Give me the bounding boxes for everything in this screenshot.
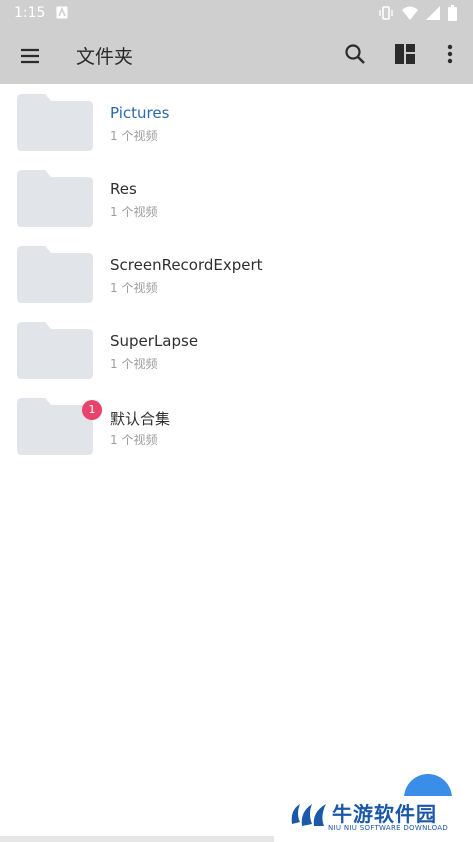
folder-list: Pictures 1 个视频 Res 1 个视频 ScreenRecordExp… [0, 84, 473, 464]
notification-icon [56, 6, 68, 19]
layout-grid-icon[interactable] [393, 42, 417, 66]
system-icons [378, 4, 457, 22]
folder-name: ScreenRecordExpert [110, 256, 263, 274]
folder-video-count: 1 个视频 [110, 357, 158, 371]
folder-name: Pictures [110, 104, 170, 122]
folder-item-screenrecordexpert[interactable]: ScreenRecordExpert 1 个视频 [0, 236, 473, 312]
page-title: 文件夹 [76, 46, 134, 68]
folder-item-default-collection[interactable]: 1 默认合集 1 个视频 [0, 388, 473, 464]
app-bar: 文件夹 [0, 26, 473, 84]
folder-name: 默认合集 [110, 410, 171, 428]
more-options-icon[interactable] [441, 42, 459, 66]
watermark: 牛游软件园 NIU NIU SOFTWARE DOWNLOAD [274, 796, 473, 842]
folder-item-superlapse[interactable]: SuperLapse 1 个视频 [0, 312, 473, 388]
folder-item-res[interactable]: Res 1 个视频 [0, 160, 473, 236]
folder-video-count: 1 个视频 [110, 433, 158, 447]
folder-name: Res [110, 180, 137, 198]
folder-icon [17, 94, 93, 151]
bottom-divider [0, 836, 274, 842]
folder-icon [17, 322, 93, 379]
watermark-name: 牛游软件园 [332, 802, 437, 826]
folder-item-pictures[interactable]: Pictures 1 个视频 [0, 84, 473, 160]
folder-icon [17, 170, 93, 227]
folder-video-count: 1 个视频 [110, 205, 158, 219]
vibrate-icon [379, 6, 393, 20]
watermark-subtitle: NIU NIU SOFTWARE DOWNLOAD [328, 824, 449, 832]
status-bar: 1:15 [0, 0, 473, 26]
new-count-badge: 1 [82, 400, 102, 420]
battery-icon [448, 5, 457, 21]
folder-video-count: 1 个视频 [110, 129, 158, 143]
wifi-icon [402, 6, 418, 20]
signal-icon [426, 6, 440, 20]
folder-icon [17, 246, 93, 303]
search-icon[interactable] [343, 42, 367, 66]
folder-video-count: 1 个视频 [110, 281, 158, 295]
folder-name: SuperLapse [110, 332, 199, 350]
watermark-logo-icon [291, 804, 326, 826]
status-time: 1:15 [14, 5, 46, 21]
menu-icon[interactable] [18, 44, 42, 68]
